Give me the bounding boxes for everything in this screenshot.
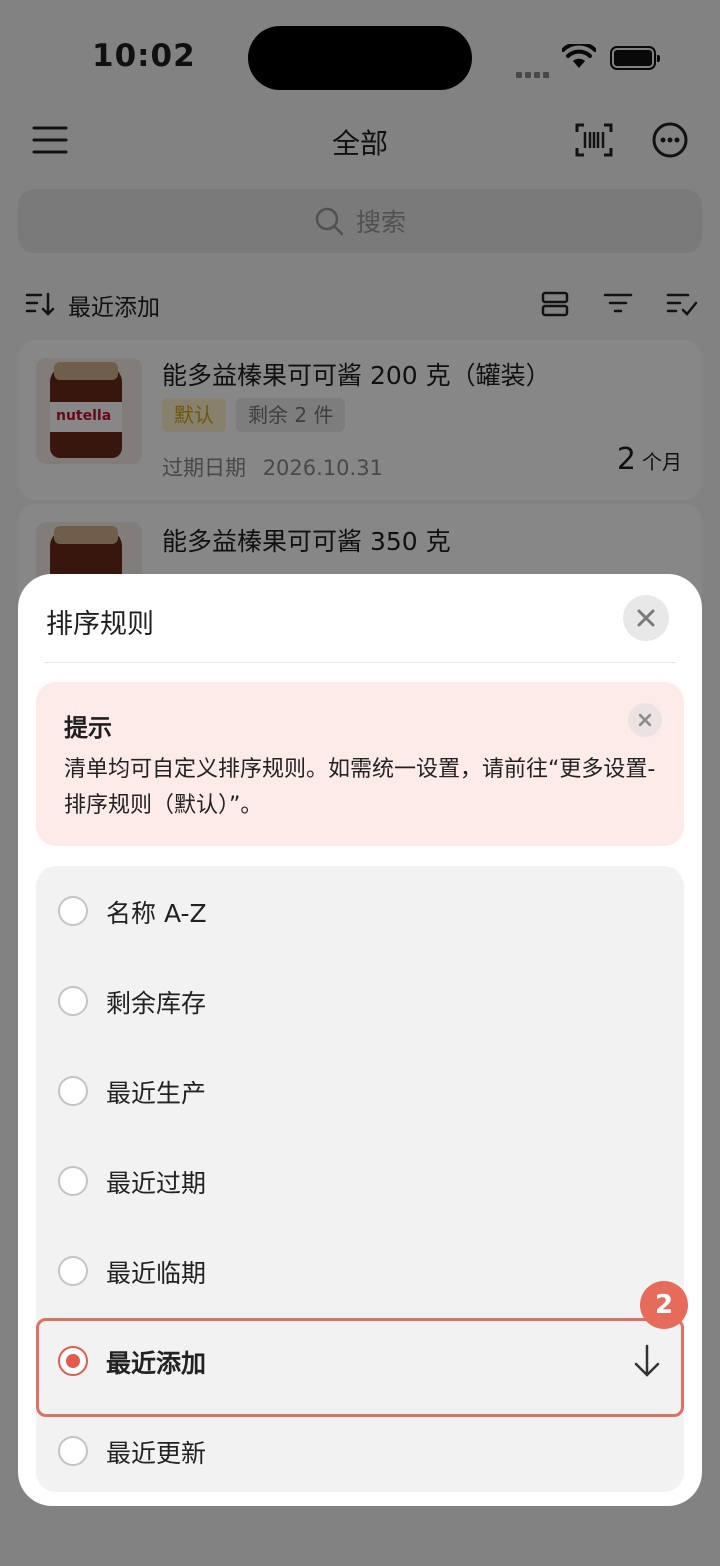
option-label: 最近更新	[106, 1439, 207, 1468]
option-label: 名称 A-Z	[106, 899, 207, 928]
tip-title: 提示	[64, 714, 112, 742]
divider	[44, 662, 676, 663]
sort-option-production[interactable]: 最近生产	[36, 1046, 684, 1136]
tip-banner: 提示 清单均可自定义排序规则。如需统一设置，请前往“更多设置-排序规则（默认）”…	[36, 682, 684, 846]
option-label: 最近生产	[106, 1079, 207, 1108]
close-button[interactable]	[623, 595, 669, 641]
close-icon	[638, 713, 652, 727]
highlight-box	[36, 1318, 684, 1417]
close-icon	[637, 609, 655, 627]
sheet-title: 排序规则	[46, 609, 154, 640]
sort-option-name[interactable]: 名称 A-Z	[36, 866, 684, 956]
option-label: 最近过期	[106, 1169, 207, 1198]
tip-close-button[interactable]	[628, 703, 662, 737]
step-badge: 2	[640, 1281, 688, 1329]
sort-option-stock[interactable]: 剩余库存	[36, 956, 684, 1046]
radio-button[interactable]	[58, 1076, 88, 1106]
tip-text: 清单均可自定义排序规则。如需统一设置，请前往“更多设置-排序规则（默认）”。	[64, 757, 656, 818]
sort-option-recently-updated[interactable]: 最近更新	[36, 1406, 684, 1496]
sort-option-near-expiry[interactable]: 最近临期	[36, 1226, 684, 1316]
radio-button[interactable]	[58, 1256, 88, 1286]
option-label: 剩余库存	[106, 989, 207, 1018]
option-label: 最近临期	[106, 1259, 207, 1288]
sort-option-expired[interactable]: 最近过期	[36, 1136, 684, 1226]
radio-button[interactable]	[58, 1436, 88, 1466]
radio-button[interactable]	[58, 896, 88, 926]
radio-button[interactable]	[58, 986, 88, 1016]
radio-button[interactable]	[58, 1166, 88, 1196]
